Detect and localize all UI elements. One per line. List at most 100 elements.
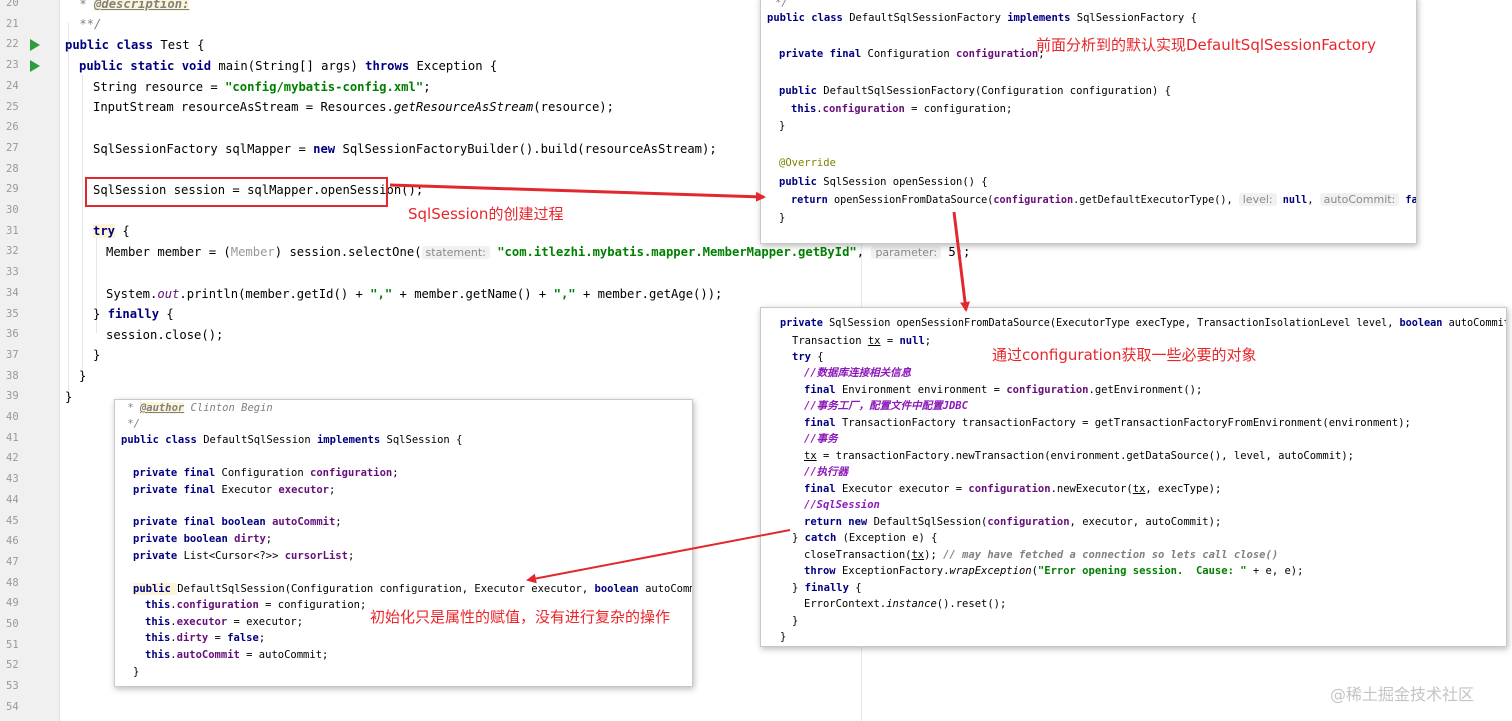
gutter-line: 29 (0, 180, 60, 201)
gutter-line: 33 (0, 263, 60, 284)
line-number: 30 (6, 204, 19, 216)
gutter-line: 27 (0, 139, 60, 160)
line-number: 51 (6, 638, 19, 651)
gutter-line: 42 (0, 449, 60, 470)
line-number: 31 (6, 224, 19, 237)
line-number-gutter: 20 21 22 23 24 25 26 27 28 29 30 31 32 33 34 35 36 37 38 39… (0, 0, 60, 721)
open-line-20: } (780, 631, 787, 643)
gutter-line: 36 (0, 325, 60, 346)
line-number: 52 (6, 659, 19, 672)
open-line-17: } finally { (792, 582, 862, 594)
line-number: 22 (6, 38, 19, 51)
session-line-4: private final Configuration configuratio… (133, 467, 399, 479)
code-line-24: String resource = "config/mybatis-config… (93, 80, 431, 94)
code-line-20: * @description: (72, 0, 190, 15)
param-hint-autocommit: autoCommit: (1319, 193, 1400, 206)
open-line-18: ErrorContext.instance().reset(); (804, 598, 1007, 610)
gutter-line: 39 (0, 387, 60, 408)
gutter-line: 31 (0, 222, 60, 243)
session-line-11: public DefaultSqlSession(Configuration c… (133, 583, 692, 595)
open-session-highlight-box (85, 177, 388, 207)
factory-line-7: } (779, 120, 786, 132)
line-number: 47 (6, 555, 19, 568)
param-hint-parameter: parameter: (871, 246, 942, 259)
param-hint-level: level: (1238, 193, 1277, 206)
line-number: 43 (6, 473, 19, 486)
line-number: 44 (6, 493, 19, 506)
gutter-line: 50 (0, 615, 60, 636)
line-number: 40 (6, 411, 19, 423)
code-line-21: **/ (72, 17, 102, 31)
code-line-22: public class Test { (65, 38, 205, 52)
gutter-line: 53 (0, 677, 60, 698)
run-icon[interactable] (30, 39, 40, 52)
gutter-line: 54 (0, 698, 60, 719)
gutter-line: 21 (0, 15, 60, 36)
line-number: 46 (6, 535, 19, 548)
session-line-1: */ (121, 418, 140, 430)
gutter-line: 22 (0, 35, 60, 56)
open-line-6: //事务工厂，配置文件中配置JDBC (804, 400, 968, 412)
gutter-line: 34 (0, 284, 60, 305)
open-line-13: return new DefaultSqlSession(configurati… (804, 516, 1222, 528)
gutter-line: 41 (0, 429, 60, 450)
gutter-line: 51 (0, 636, 60, 657)
note-init-assignment: 初始化只是属性的赋值，没有进行复杂的操作 (370, 608, 671, 626)
gutter-line: 38 (0, 367, 60, 388)
factory-line-1: public class DefaultSqlSessionFactory im… (767, 12, 1197, 24)
line-number: 21 (6, 17, 19, 30)
session-line-12: this.configuration = configuration; (145, 599, 367, 611)
gutter-line: 37 (0, 346, 60, 367)
gutter-line: 35 (0, 305, 60, 326)
factory-line-3: private final Configuration configuratio… (779, 48, 1045, 60)
session-line-9: private List<Cursor<?>> cursorList; (133, 550, 355, 562)
code-line-31: try { (93, 224, 130, 238)
gutter-line: 40 (0, 408, 60, 429)
line-number: 53 (6, 680, 19, 693)
line-number: 20 (6, 0, 19, 9)
gutter-line: 52 (0, 656, 60, 677)
session-line-14: this.dirty = false; (145, 632, 266, 644)
open-line-14: } catch (Exception e) { (792, 532, 938, 544)
open-line-4: //数据库连接相关信息 (804, 367, 912, 379)
line-number: 35 (6, 307, 19, 320)
session-line-7: private final boolean autoCommit; (133, 516, 342, 528)
line-number: 38 (6, 369, 19, 382)
open-line-3: try { (792, 351, 824, 363)
gutter-line: 45 (0, 512, 60, 533)
session-line-13: this.executor = executor; (145, 616, 304, 628)
gutter-line: 28 (0, 160, 60, 181)
open-line-5: final Environment environment = configur… (804, 384, 1203, 396)
code-line-36: session.close(); (106, 328, 224, 342)
open-line-10: //执行器 (804, 466, 849, 478)
factory-line-12: } (779, 212, 786, 224)
code-line-32: Member member = (Member) session.selectO… (106, 245, 971, 259)
note-via-configuration: 通过configuration获取一些必要的对象 (992, 346, 1257, 364)
session-line-16: } (133, 666, 140, 678)
open-line-11: final Executor executor = configuration.… (804, 483, 1222, 495)
line-number: 49 (6, 597, 19, 610)
session-line-15: this.autoCommit = autoCommit; (145, 649, 329, 661)
line-number: 34 (6, 286, 19, 299)
code-line-34: System.out.println(member.getId() + "," … (106, 287, 723, 301)
line-number: 33 (6, 266, 19, 279)
run-icon[interactable] (30, 60, 40, 73)
watermark: @稀土掘金技术社区 (1330, 685, 1475, 704)
open-line-19: } (792, 615, 799, 627)
session-line-8: private boolean dirty; (133, 533, 273, 545)
gutter-line: 43 (0, 470, 60, 491)
gutter-line: 48 (0, 574, 60, 595)
line-number: 32 (6, 245, 19, 258)
gutter-line: 32 (0, 242, 60, 263)
code-line-37: } (93, 348, 101, 362)
factory-line-6: this.configuration = configuration; (791, 103, 1013, 115)
line-number: 39 (6, 390, 19, 403)
gutter-line: 46 (0, 532, 60, 553)
gutter-line: 26 (0, 118, 60, 139)
code-line-35: } finally { (93, 307, 174, 321)
session-line-0: * @author Clinton Begin (121, 402, 273, 414)
default-sqlsession-popup: * @author Clinton Begin */ public class … (114, 399, 693, 687)
gutter-line: 25 (0, 98, 60, 119)
open-line-15: closeTransaction(tx); // may have fetche… (804, 549, 1279, 561)
gutter-line: 47 (0, 553, 60, 574)
